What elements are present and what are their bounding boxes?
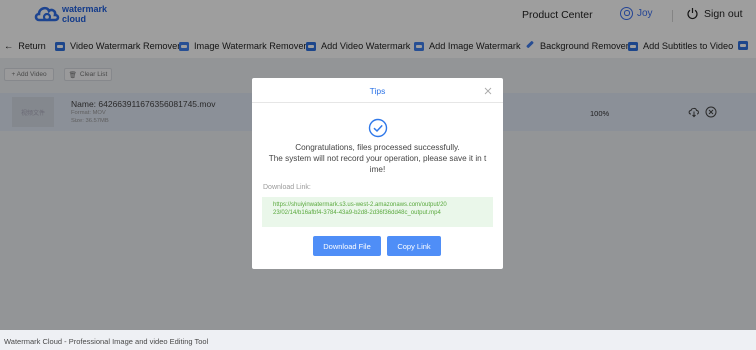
- download-link-label: Download Link:: [263, 184, 311, 191]
- message-line-1: Congratulations, files processed success…: [295, 143, 460, 152]
- download-link-line-2: 23/02/14/b16afbf4-3784-43a9-b2d8-2d36f36…: [273, 210, 441, 217]
- footer-text: Watermark Cloud - Professional Image and…: [0, 330, 756, 350]
- success-check-icon: [368, 118, 388, 138]
- tips-dialog: Tips Congratulations, files processed su…: [252, 78, 503, 269]
- message-line-3: ime!: [369, 165, 386, 174]
- close-icon[interactable]: [484, 87, 492, 95]
- download-file-button[interactable]: Download File: [313, 236, 381, 256]
- success-message: Congratulations, files processed success…: [258, 142, 497, 175]
- dialog-separator: [252, 102, 503, 103]
- copy-link-button[interactable]: Copy Link: [387, 236, 441, 256]
- dialog-title: Tips: [369, 86, 386, 96]
- message-line-2: The system will not record your operatio…: [268, 154, 487, 163]
- download-link[interactable]: https://shuiyinwatermark.s3.us-west-2.am…: [262, 197, 493, 227]
- download-link-line-1: https://shuiyinwatermark.s3.us-west-2.am…: [273, 202, 447, 208]
